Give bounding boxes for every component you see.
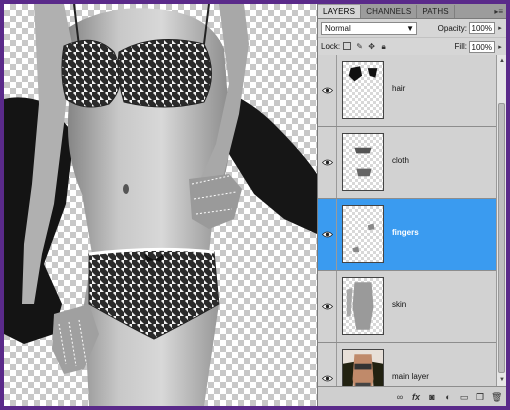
layer-name: skin <box>392 300 407 309</box>
visibility-eye-icon[interactable] <box>318 127 337 198</box>
panel-tabs: LAYERS CHANNELS PATHS ▸≡ <box>318 4 506 19</box>
fill-slider-arrow-icon[interactable]: ▸ <box>496 43 504 51</box>
link-layers-icon[interactable]: ∞ <box>395 392 405 402</box>
scroll-down-icon[interactable]: ▼ <box>498 376 506 384</box>
layers-list: hair cloth fingers skin main layer <box>318 55 496 406</box>
layer-name: cloth <box>392 156 409 165</box>
fill-label: Fill: <box>454 42 467 51</box>
tab-paths[interactable]: PATHS <box>417 5 455 18</box>
fx-icon[interactable]: fx <box>411 392 421 402</box>
layer-row-skin[interactable]: skin <box>318 271 496 343</box>
layer-thumbnail <box>342 133 384 191</box>
app-frame: LAYERS CHANNELS PATHS ▸≡ Normal ▼ Opacit… <box>4 4 506 406</box>
layers-bottom-toolbar: ∞ fx ◙ ◐ ▭ ❐ 🗑︎ <box>318 386 506 406</box>
layers-scrollbar[interactable]: ▲ ▼ <box>496 55 506 386</box>
layer-thumbnail <box>342 205 384 263</box>
new-layer-icon[interactable]: ❐ <box>475 392 485 402</box>
blend-mode-select[interactable]: Normal ▼ <box>321 21 417 35</box>
scroll-thumb[interactable] <box>498 103 505 373</box>
layer-thumbnail <box>342 61 384 119</box>
lock-fill-row: Lock: ✎ ✥ 🔒︎ Fill: 100% ▸ <box>318 38 506 56</box>
lock-position-icon[interactable]: ✥ <box>367 42 376 51</box>
lock-image-pixels-icon[interactable]: ✎ <box>355 42 364 51</box>
fill-field[interactable]: 100% <box>469 40 495 53</box>
trash-icon[interactable]: 🗑︎ <box>491 392 502 402</box>
lock-label: Lock: <box>321 42 341 51</box>
layer-row-cloth[interactable]: cloth <box>318 127 496 199</box>
mask-icon[interactable]: ◙ <box>427 392 437 402</box>
group-icon[interactable]: ▭ <box>459 392 469 402</box>
document-canvas[interactable] <box>4 4 317 406</box>
blend-mode-value: Normal <box>325 23 351 33</box>
lock-transparency-icon[interactable] <box>343 42 352 51</box>
visibility-eye-icon[interactable] <box>318 55 337 126</box>
layers-panel: LAYERS CHANNELS PATHS ▸≡ Normal ▼ Opacit… <box>317 4 506 406</box>
layer-name: hair <box>392 84 406 93</box>
canvas-artwork <box>4 4 317 406</box>
lock-all-icon[interactable]: 🔒︎ <box>379 42 388 51</box>
layer-row-fingers[interactable]: fingers <box>318 199 496 271</box>
blend-opacity-row: Normal ▼ Opacity: 100% ▸ <box>318 19 506 38</box>
layer-row-hair[interactable]: hair <box>318 55 496 127</box>
opacity-slider-arrow-icon[interactable]: ▸ <box>496 24 504 32</box>
tab-channels[interactable]: CHANNELS <box>361 5 418 18</box>
opacity-label: Opacity: <box>437 23 467 33</box>
layer-name: main layer <box>392 372 429 381</box>
visibility-eye-icon[interactable] <box>318 271 337 342</box>
layer-name: fingers <box>392 228 419 237</box>
visibility-eye-icon[interactable] <box>318 199 337 270</box>
chevron-down-icon: ▼ <box>406 23 414 33</box>
opacity-field[interactable]: 100% <box>469 22 495 34</box>
tab-layers[interactable]: LAYERS <box>318 5 362 18</box>
scroll-up-icon[interactable]: ▲ <box>498 57 506 65</box>
adjustment-icon[interactable]: ◐ <box>443 392 453 402</box>
layer-thumbnail <box>342 277 384 335</box>
panel-menu-icon[interactable]: ▸≡ <box>490 5 506 18</box>
